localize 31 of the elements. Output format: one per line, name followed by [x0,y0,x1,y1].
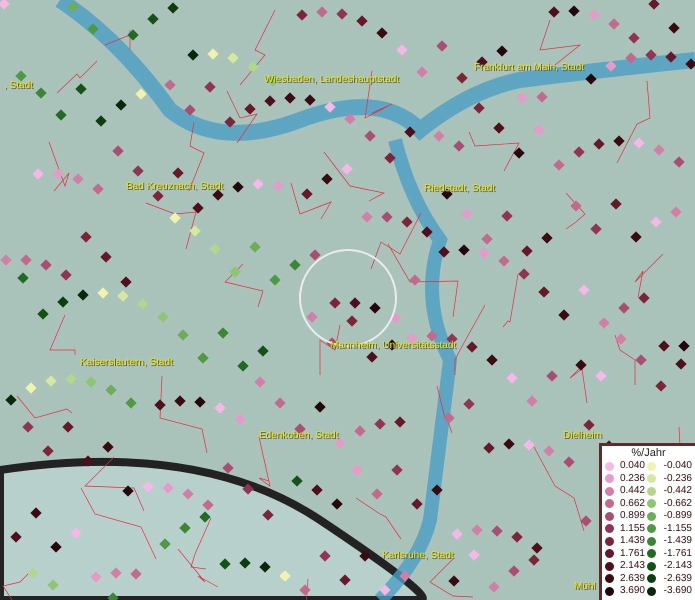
legend-value: 2.639 [618,572,645,585]
legend-value: -0.899 [662,510,692,522]
legend-value: -0.236 [662,472,692,485]
legend-value: 1.155 [618,522,645,535]
legend-value: -2.143 [662,560,692,572]
legend-value: 0.899 [618,510,645,522]
legend-value: -0.662 [662,498,692,510]
legend-value: -1.439 [662,535,692,548]
place-label: Mühl [574,581,596,592]
place-label: Frankfurt am Main, Stadt [474,62,584,73]
legend-value: 0.662 [618,498,645,510]
legend-value: -1.155 [662,522,692,535]
legend-value: -0.442 [662,485,692,498]
legend-value: 0.236 [618,472,645,485]
legend-value: -2.639 [662,572,692,585]
place-label: Dielheim [563,430,602,441]
legend-value: 3.690 [618,585,645,598]
place-label: Riedstadt, Stadt [424,183,496,194]
legend-value: 0.442 [618,485,645,498]
place-label: Kaiserslautern, Stadt [80,357,173,368]
legend-value: 2.143 [618,560,645,572]
place-label: , Stadt [4,80,33,91]
legend-value: -3.690 [662,585,692,598]
place-label: Karlsruhe, Stadt [382,550,454,561]
legend-title: %/Jahr [630,447,667,460]
legend-value: 0.040 [618,460,645,472]
legend-value: -0.040 [662,460,692,472]
legend-value: 1.761 [618,548,645,560]
place-label: Edenkoben, Stadt [259,430,339,441]
legend-value: -1.761 [662,548,692,560]
legend-value: 1.439 [618,535,645,548]
